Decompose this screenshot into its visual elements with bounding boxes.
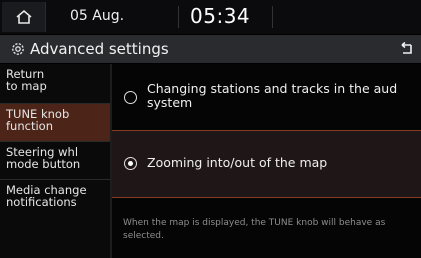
sidebar: Return to map TUNE knob function Steerin…	[0, 64, 110, 258]
sidebar-item-label: notifications	[6, 195, 77, 209]
radio-unselected-icon[interactable]	[124, 91, 137, 104]
option-label: Changing stations and tracks in the aud	[147, 81, 398, 96]
status-divider	[272, 6, 273, 28]
sidebar-item-media-change-notifications[interactable]: Media change notifications	[0, 180, 110, 220]
title-bar: Advanced settings	[0, 35, 421, 63]
sidebar-item-tune-knob-function[interactable]: TUNE knob function	[0, 104, 110, 142]
status-time: 05:34	[190, 4, 251, 28]
back-arrow-icon	[401, 42, 412, 54]
sidebar-item-label: mode button	[6, 157, 81, 171]
sidebar-item-label: function	[6, 119, 53, 133]
status-bar: 05 Aug. 05:34	[0, 0, 421, 34]
radio-selected-icon[interactable]	[124, 157, 137, 170]
options-panel: Changing stations and tracks in the aud …	[112, 64, 421, 258]
page-title: Advanced settings	[30, 40, 169, 58]
home-button[interactable]	[2, 2, 46, 32]
back-button[interactable]	[397, 35, 421, 63]
option-changing-stations-tracks[interactable]: Changing stations and tracks in the aud …	[112, 64, 421, 130]
help-text: When the map is displayed, the TUNE knob…	[123, 218, 386, 241]
gear-icon	[12, 43, 24, 55]
option-divider	[112, 197, 421, 198]
sidebar-item-label: to map	[6, 79, 47, 93]
option-label: Zooming into/out of the map	[147, 155, 328, 170]
sidebar-item-return-to-map[interactable]: Return to map	[0, 64, 110, 104]
home-icon	[15, 9, 32, 24]
option-zooming-map[interactable]: Zooming into/out of the map	[112, 131, 421, 197]
status-date: 05 Aug.	[70, 8, 125, 24]
status-divider	[178, 6, 179, 28]
radio-dot	[127, 160, 133, 166]
option-label: system	[147, 95, 193, 110]
sidebar-item-steering-whl-mode-button[interactable]: Steering whl mode button	[0, 142, 110, 180]
